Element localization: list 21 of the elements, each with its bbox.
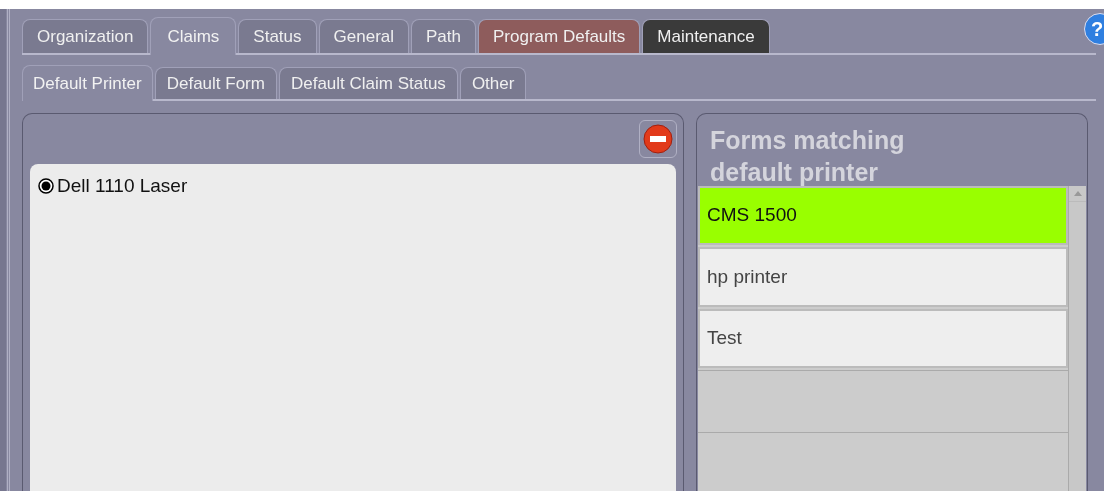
form-item[interactable]: hp printer [698,247,1068,307]
tab[interactable]: Path [411,19,476,53]
remove-icon [643,124,673,154]
tab[interactable]: Organization [22,19,149,53]
subtab[interactable]: Default Printer [22,65,153,101]
help-button[interactable]: ? [1084,13,1104,45]
printer-option[interactable]: Dell 1110 Laser [38,172,668,201]
subtab[interactable]: Other [459,67,527,99]
subtab[interactable]: Default Claim Status [278,67,458,99]
remove-button[interactable] [639,120,677,158]
scrollbar[interactable] [1068,186,1086,491]
tab[interactable]: Maintenance [642,19,770,53]
radio-button[interactable] [38,178,54,195]
tab[interactable]: Claims [150,17,237,55]
tab[interactable]: Program Defaults [478,19,641,53]
form-item[interactable]: Test [698,308,1068,369]
tab[interactable]: Status [238,19,317,53]
panel-title: Forms matching default printer [709,125,906,186]
form-item[interactable]: CMS 1500 [698,186,1068,246]
tab[interactable]: General [318,19,410,53]
subtab[interactable]: Default Form [154,67,277,99]
